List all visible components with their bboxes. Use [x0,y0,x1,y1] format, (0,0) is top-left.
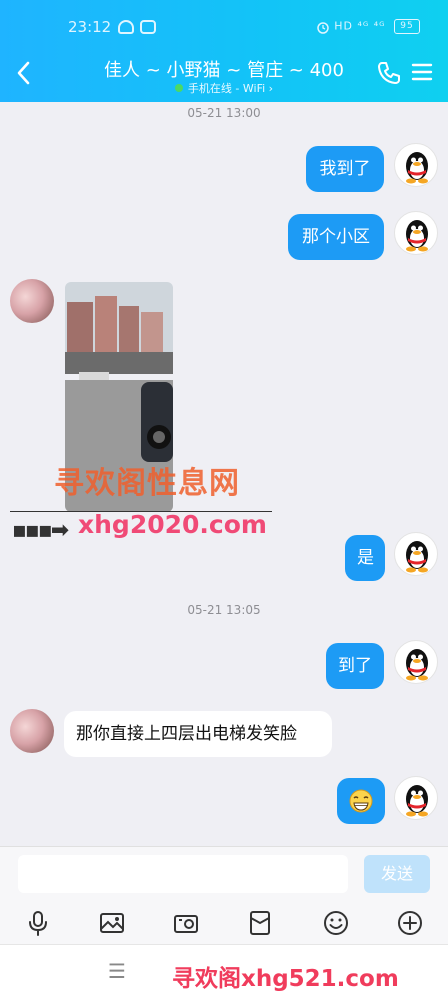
app-notification-icon [140,20,156,34]
camera-icon[interactable] [172,909,200,937]
plus-icon[interactable] [396,909,424,937]
my-avatar[interactable] [394,211,438,255]
microphone-icon[interactable] [24,909,52,937]
outgoing-message[interactable]: 到了 [326,643,384,689]
online-dot-icon [174,84,183,92]
online-status-text: 手机在线 - WiFi › [187,82,274,95]
outgoing-message[interactable]: 是 [345,535,385,581]
red-packet-icon[interactable] [246,909,274,937]
incoming-message[interactable]: 那你直接上四层出电梯发笑脸 [64,711,332,757]
status-indicators: HD ⁴ᴳ ⁴ᴳ 95 [316,19,420,34]
bottom-watermark: 寻欢阁xhg521.com [172,966,399,992]
contact-avatar[interactable] [10,279,54,323]
penguin-avatar-icon [406,541,428,573]
chat-title: 佳人 ~ 小野猫 ~ 管庄 ~ 400 [104,60,344,81]
penguin-avatar-icon [406,220,428,252]
back-icon[interactable] [12,58,36,88]
penguin-avatar-icon [406,785,428,817]
watermark-text: 寻欢阁性息网 [54,466,240,501]
my-avatar[interactable] [394,143,438,187]
contact-avatar[interactable] [10,709,54,753]
grin-emoji-icon [349,789,373,813]
chat-header: 23:12 HD ⁴ᴳ ⁴ᴳ 95 佳人 ~ 小野猫 ~ 管庄 ~ 400 手机… [0,0,448,102]
emoji-message[interactable] [337,778,385,824]
alarm-icon [316,21,329,34]
penguin-avatar-icon [406,649,428,681]
network-indicators: HD ⁴ᴳ ⁴ᴳ [334,19,386,33]
my-avatar[interactable] [394,640,438,684]
send-button[interactable]: 发送 [364,855,430,893]
outgoing-message[interactable]: 我到了 [306,146,384,192]
outgoing-message[interactable]: 那个小区 [288,214,384,260]
nav-menu-icon[interactable]: ☰ [108,959,126,983]
my-avatar[interactable] [394,532,438,576]
notification-icon [118,20,134,34]
phone-icon[interactable] [376,60,402,86]
penguin-avatar-icon [406,152,428,184]
message-timestamp: 05-21 13:00 [187,106,261,120]
status-time: 23:12 [68,18,112,36]
battery-icon: 95 [394,19,420,34]
message-input[interactable] [18,855,348,893]
image-icon[interactable] [98,909,126,937]
system-nav-bar: ☰ 寻欢阁xhg521.com [0,944,448,1001]
message-timestamp: 05-21 13:05 [187,603,261,617]
status-bar: 23:12 HD ⁴ᴳ ⁴ᴳ 95 [0,0,448,58]
watermark-url: xhg2020.com [78,510,267,539]
my-avatar[interactable] [394,776,438,820]
emoji-icon[interactable] [322,909,350,937]
menu-icon[interactable] [410,60,434,84]
online-status[interactable]: 手机在线 - WiFi › [64,80,384,96]
arrow-icon: ▪▪▪➡ [12,518,69,543]
